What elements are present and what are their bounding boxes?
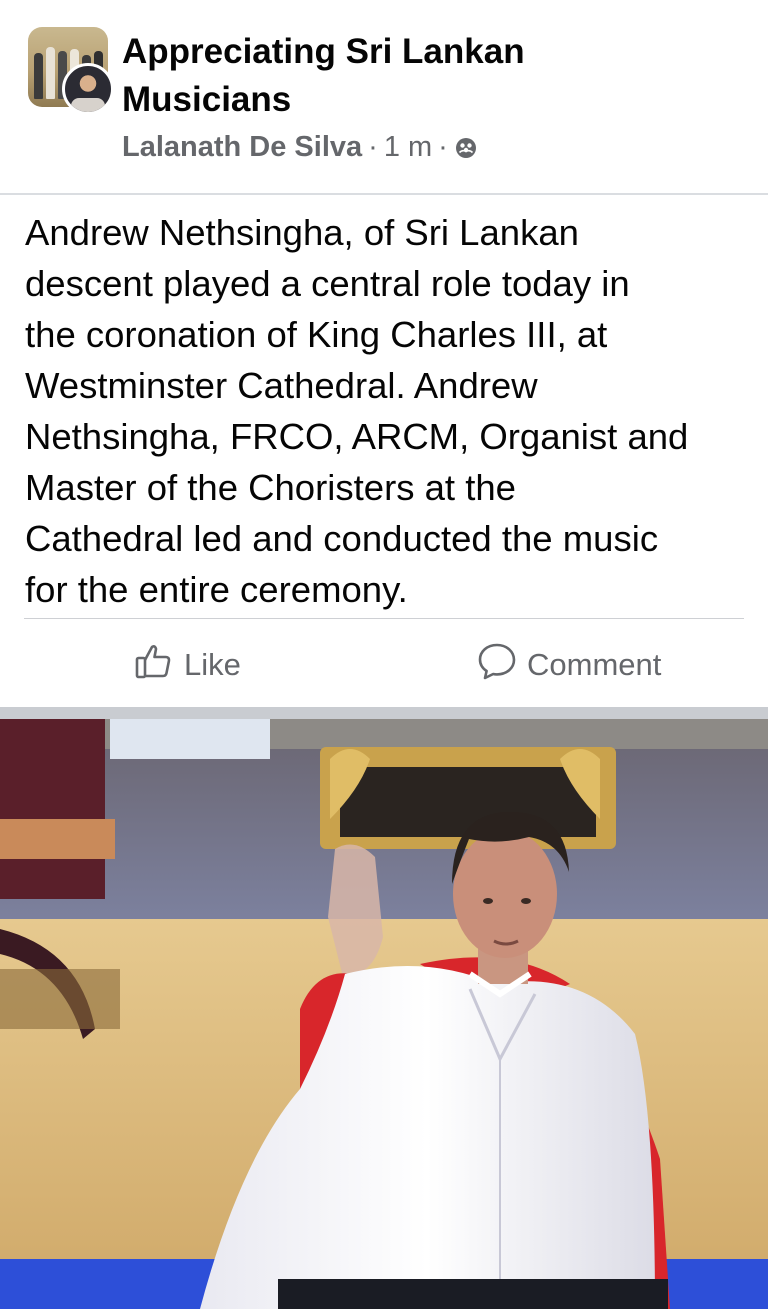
post-meta: Lalanath De Silva · 1 m ·: [122, 131, 478, 164]
comment-button[interactable]: Comment: [477, 640, 661, 690]
post-time[interactable]: 1 m: [384, 131, 432, 164]
like-button[interactable]: Like: [134, 640, 241, 690]
post-text: Andrew Nethsingha, of Sri Lankan descent…: [25, 212, 689, 610]
group-members-icon[interactable]: [454, 136, 478, 160]
thumbs-up-icon: [134, 641, 184, 689]
post-header: Appreciating Sri Lankan Musicians Lalana…: [0, 0, 768, 193]
section-separator: [0, 707, 768, 719]
author-avatar[interactable]: [62, 63, 114, 115]
like-label: Like: [184, 647, 241, 682]
post-photo[interactable]: [0, 719, 768, 1309]
comment-label: Comment: [527, 647, 662, 682]
group-name[interactable]: Appreciating Sri Lankan Musicians: [122, 28, 682, 124]
header-divider: [0, 193, 768, 195]
meta-separator: ·: [368, 131, 378, 163]
speech-bubble-icon: [477, 641, 527, 689]
meta-separator-2: ·: [438, 131, 448, 163]
actions-divider: [24, 618, 744, 619]
author-name[interactable]: Lalanath De Silva: [122, 131, 362, 164]
